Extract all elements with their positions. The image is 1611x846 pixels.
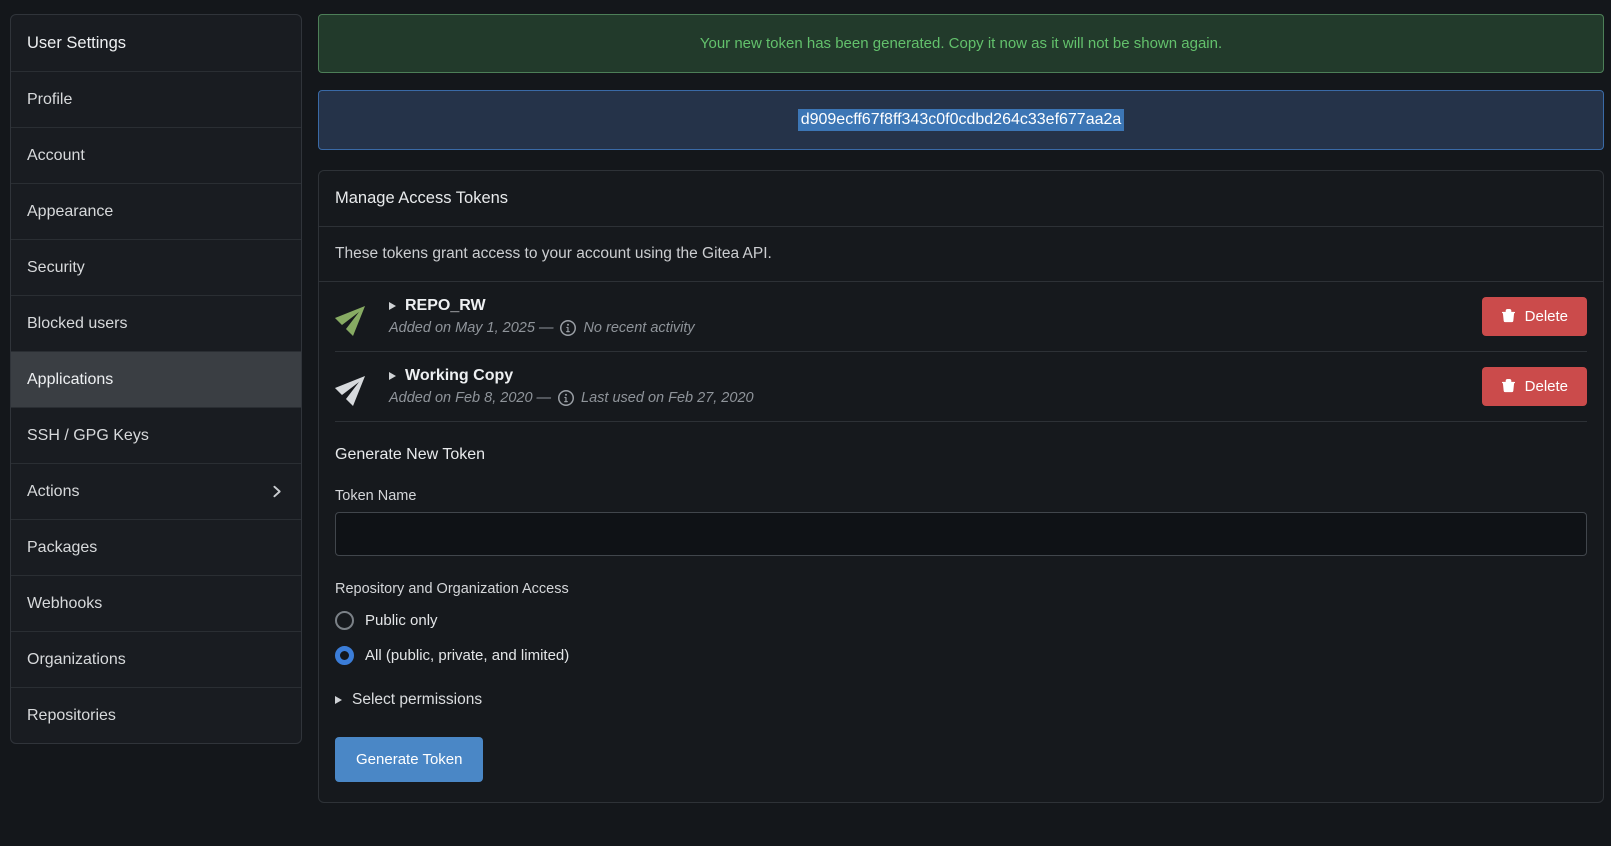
paper-plane-icon	[335, 368, 373, 406]
token-added-text: Added on May 1, 2025 —	[389, 320, 553, 336]
sidebar-item-actions[interactable]: Actions	[11, 463, 301, 519]
sidebar-item-webhooks[interactable]: Webhooks	[11, 575, 301, 631]
generate-token-label: Generate Token	[356, 751, 462, 768]
settings-sidebar: User Settings Profile Account Appearance…	[10, 14, 302, 744]
generate-token-button[interactable]: Generate Token	[335, 737, 483, 782]
token-info: Working Copy Added on Feb 8, 2020 — Last…	[389, 367, 1466, 406]
radio-checked-icon[interactable]	[335, 646, 354, 665]
delete-button-label: Delete	[1525, 308, 1568, 325]
panel-description: These tokens grant access to your accoun…	[319, 227, 1603, 282]
delete-token-button[interactable]: Delete	[1482, 297, 1587, 336]
token-meta: Added on May 1, 2025 — No recent activit…	[389, 320, 1466, 336]
generate-token-form: Generate New Token Token Name Repository…	[319, 422, 1603, 802]
select-permissions-label: Select permissions	[352, 691, 482, 709]
radio-label: Public only	[365, 612, 438, 629]
sidebar-item-appearance[interactable]: Appearance	[11, 183, 301, 239]
token-added-text: Added on Feb 8, 2020 —	[389, 390, 551, 406]
token-name-toggle[interactable]: REPO_RW	[389, 297, 1466, 315]
token-list: REPO_RW Added on May 1, 2025 — No recent…	[319, 282, 1603, 422]
token-name: REPO_RW	[405, 297, 486, 315]
new-token-box[interactable]: d909ecff67f8ff343c0f0cdbd264c33ef677aa2a	[318, 90, 1604, 150]
triangle-collapsed-icon	[389, 372, 396, 380]
radio-all-access[interactable]: All (public, private, and limited)	[335, 638, 1587, 673]
token-row: REPO_RW Added on May 1, 2025 — No recent…	[335, 282, 1587, 352]
sidebar-item-applications[interactable]: Applications	[11, 351, 301, 407]
info-icon	[560, 320, 576, 336]
triangle-collapsed-icon	[389, 302, 396, 310]
sidebar-item-account[interactable]: Account	[11, 127, 301, 183]
radio-label: All (public, private, and limited)	[365, 647, 569, 664]
trash-icon	[1501, 309, 1516, 324]
form-section-title: Generate New Token	[335, 446, 1587, 464]
token-name-label: Token Name	[335, 488, 1587, 504]
token-name-toggle[interactable]: Working Copy	[389, 367, 1466, 385]
success-alert: Your new token has been generated. Copy …	[318, 14, 1604, 73]
triangle-collapsed-icon	[335, 696, 342, 704]
sidebar-item-repositories[interactable]: Repositories	[11, 687, 301, 743]
sidebar-item-blocked-users[interactable]: Blocked users	[11, 295, 301, 351]
sidebar-item-label: Actions	[27, 483, 79, 501]
paper-plane-icon	[335, 298, 373, 336]
token-name: Working Copy	[405, 367, 513, 385]
main-content: Your new token has been generated. Copy …	[318, 14, 1604, 803]
token-status-text: Last used on Feb 27, 2020	[581, 390, 754, 406]
select-permissions-toggle[interactable]: Select permissions	[335, 691, 1587, 709]
sidebar-title: User Settings	[11, 15, 301, 71]
trash-icon	[1501, 379, 1516, 394]
new-token-value[interactable]: d909ecff67f8ff343c0f0cdbd264c33ef677aa2a	[798, 109, 1125, 131]
sidebar-item-security[interactable]: Security	[11, 239, 301, 295]
access-tokens-panel: Manage Access Tokens These tokens grant …	[318, 170, 1604, 803]
token-info: REPO_RW Added on May 1, 2025 — No recent…	[389, 297, 1466, 336]
info-icon	[558, 390, 574, 406]
delete-token-button[interactable]: Delete	[1482, 367, 1587, 406]
sidebar-item-packages[interactable]: Packages	[11, 519, 301, 575]
token-row: Working Copy Added on Feb 8, 2020 — Last…	[335, 352, 1587, 422]
delete-button-label: Delete	[1525, 378, 1568, 395]
sidebar-item-profile[interactable]: Profile	[11, 71, 301, 127]
sidebar-item-organizations[interactable]: Organizations	[11, 631, 301, 687]
success-alert-message: Your new token has been generated. Copy …	[700, 35, 1222, 52]
token-meta: Added on Feb 8, 2020 — Last used on Feb …	[389, 390, 1466, 406]
chevron-right-icon	[268, 483, 285, 500]
token-name-input[interactable]	[335, 512, 1587, 556]
sidebar-item-ssh-gpg-keys[interactable]: SSH / GPG Keys	[11, 407, 301, 463]
access-scope-label: Repository and Organization Access	[335, 581, 1587, 597]
radio-unchecked-icon[interactable]	[335, 611, 354, 630]
radio-public-only[interactable]: Public only	[335, 603, 1587, 638]
token-status-text: No recent activity	[583, 320, 694, 336]
panel-title: Manage Access Tokens	[319, 171, 1603, 227]
